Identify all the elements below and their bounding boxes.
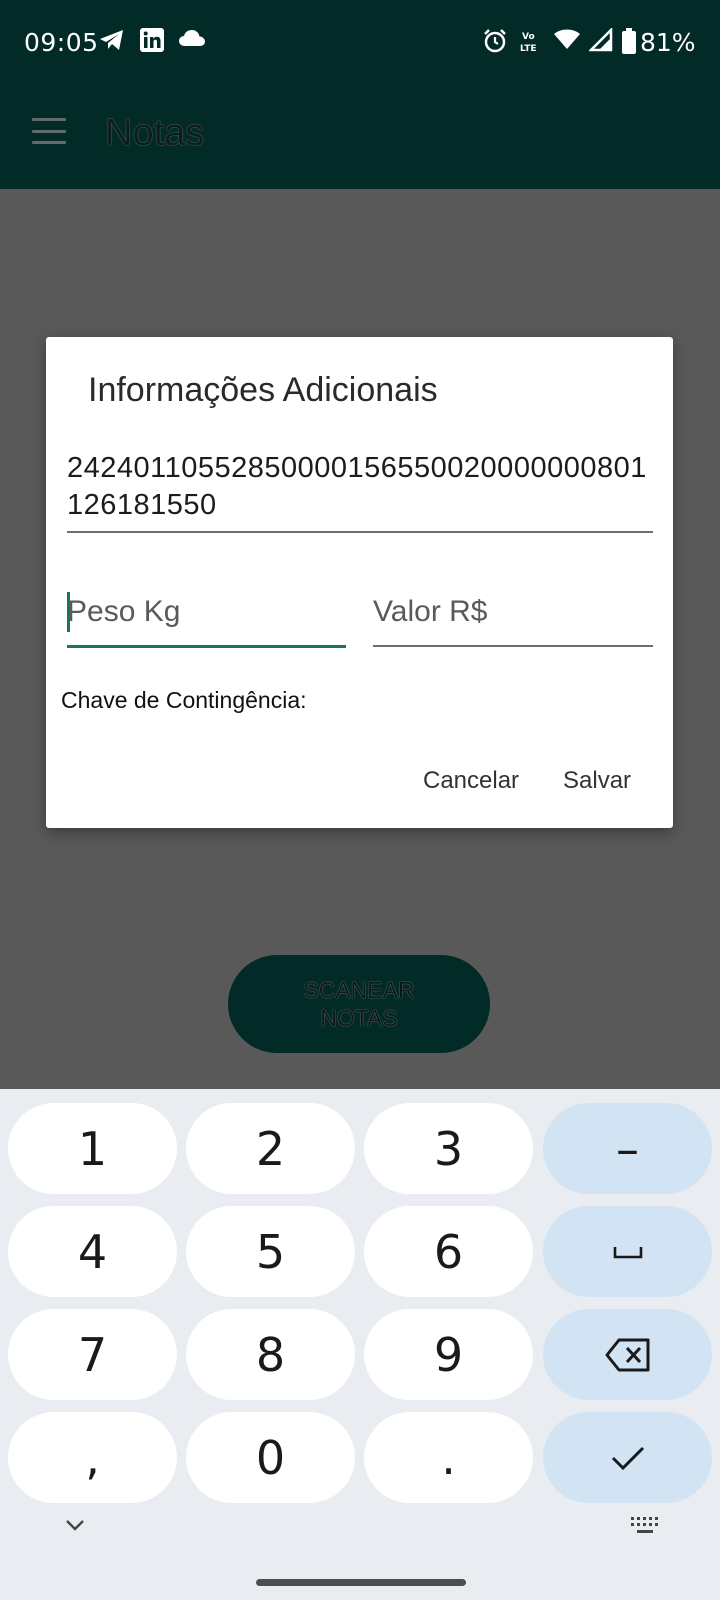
volte-icon: Vo LTE	[520, 28, 544, 54]
peso-kg-input[interactable]: Peso Kg	[67, 595, 346, 648]
hamburger-menu-icon[interactable]	[32, 118, 66, 144]
svg-text:LTE: LTE	[520, 44, 537, 54]
key-dash[interactable]: –	[543, 1103, 712, 1194]
numeric-keyboard: 1 2 3 – 4 5 6 7 8 9 , 0 .	[0, 1089, 720, 1600]
page-title: Notas	[105, 112, 205, 154]
key-3[interactable]: 3	[364, 1103, 533, 1194]
valor-rs-input[interactable]: Valor R$	[373, 595, 653, 647]
key-2[interactable]: 2	[186, 1103, 355, 1194]
chevron-down-icon[interactable]	[62, 1515, 88, 1535]
key-6[interactable]: 6	[364, 1206, 533, 1297]
checkmark-icon	[611, 1446, 644, 1470]
top-bar: 09:05 Vo LTE 81% Notas	[0, 0, 720, 189]
additional-info-dialog: Informações Adicionais 24240110552850000…	[46, 337, 673, 828]
linkedin-icon	[140, 28, 164, 52]
key-backspace[interactable]	[543, 1309, 712, 1400]
contingency-key-label: Chave de Contingência:	[61, 687, 307, 713]
battery-icon	[622, 28, 636, 54]
alarm-icon	[482, 28, 508, 54]
dialog-title: Informações Adicionais	[88, 371, 438, 409]
valor-rs-underline	[373, 645, 653, 647]
key-space[interactable]	[543, 1206, 712, 1297]
peso-kg-placeholder: Peso Kg	[67, 595, 181, 628]
backspace-icon	[605, 1338, 649, 1371]
key-comma[interactable]: ,	[8, 1412, 177, 1503]
peso-kg-underline	[67, 645, 346, 648]
status-bar: 09:05 Vo LTE 81%	[0, 0, 720, 88]
text-cursor	[67, 592, 70, 632]
home-indicator[interactable]	[256, 1579, 466, 1586]
key-5[interactable]: 5	[186, 1206, 355, 1297]
status-time: 09:05	[24, 28, 99, 57]
cloud-icon	[178, 28, 206, 48]
key-4[interactable]: 4	[8, 1206, 177, 1297]
signal-icon	[589, 28, 613, 52]
key-dot[interactable]: .	[364, 1412, 533, 1503]
keyboard-switch-icon[interactable]	[628, 1513, 662, 1537]
space-icon	[613, 1246, 642, 1258]
wifi-icon	[553, 28, 581, 50]
key-0[interactable]: 0	[186, 1412, 355, 1503]
access-key-underline	[67, 531, 653, 533]
key-1[interactable]: 1	[8, 1103, 177, 1194]
battery-percent: 81%	[640, 28, 696, 57]
scan-notes-label: SCANEAR NOTAS	[303, 977, 415, 1031]
telegram-icon	[99, 28, 125, 52]
access-key-field[interactable]: 2424011055285000015655002000000080112618…	[67, 450, 653, 524]
valor-rs-placeholder: Valor R$	[373, 595, 488, 628]
key-done[interactable]	[543, 1412, 712, 1503]
key-7[interactable]: 7	[8, 1309, 177, 1400]
save-button[interactable]: Salvar	[563, 767, 631, 795]
key-9[interactable]: 9	[364, 1309, 533, 1400]
svg-text:Vo: Vo	[522, 32, 535, 42]
app-bar: Notas	[0, 88, 720, 189]
scan-notes-button: SCANEAR NOTAS	[228, 955, 490, 1053]
cancel-button[interactable]: Cancelar	[423, 767, 519, 795]
key-8[interactable]: 8	[186, 1309, 355, 1400]
